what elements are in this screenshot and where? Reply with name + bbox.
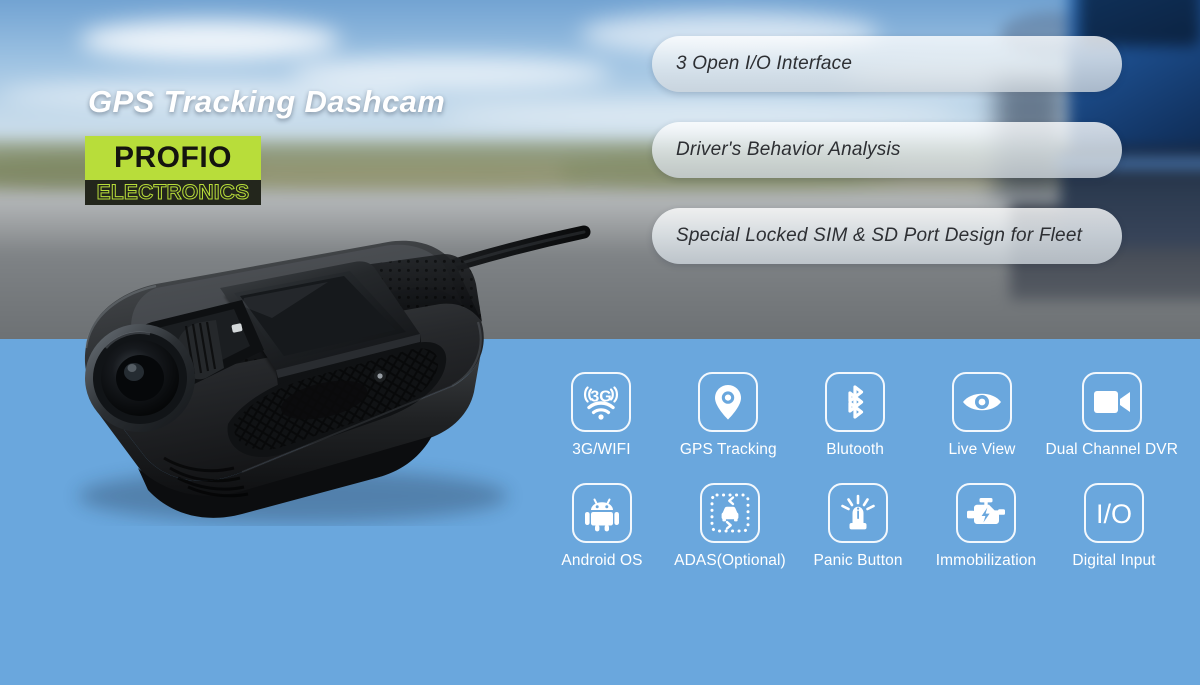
feature-label: Blutooth (826, 441, 884, 458)
landscape-patch (210, 160, 590, 190)
android-icon (572, 483, 632, 543)
feature-item-gps-tracking[interactable]: GPS Tracking (665, 372, 792, 459)
feature-item-digital-input[interactable]: I/O Digital Input (1050, 483, 1178, 570)
video-camera-icon (1081, 372, 1142, 432)
map-pin-icon (698, 372, 759, 432)
feature-item-dual-channel-dvr[interactable]: Dual Channel DVR (1045, 372, 1178, 459)
icon-row-2: Android OS ADAS(Optional) Panic Button I… (538, 483, 1178, 570)
page-title: GPS Tracking Dashcam (88, 84, 446, 119)
profio-logo: PROFIO ELECTRONICS (85, 136, 261, 205)
adas-car-icon (700, 483, 760, 543)
dashcam-product-image (28, 196, 618, 526)
feature-label: Dual Channel DVR (1045, 441, 1178, 458)
feature-item-android-os[interactable]: Android OS (538, 483, 666, 570)
icon-row-1: 3G 3G/WIFI GPS Tracking Blutooth Live Vi… (538, 372, 1178, 459)
feature-label: 3G/WIFI (572, 441, 631, 458)
feature-label: Android OS (561, 552, 643, 569)
io-text-icon: I/O (1084, 483, 1144, 543)
bluetooth-icon (825, 372, 886, 432)
feature-pill-label: 3 Open I/O Interface (676, 53, 853, 74)
feature-item-live-view[interactable]: Live View (919, 372, 1046, 459)
siren-icon (828, 483, 888, 543)
feature-pill-2: Driver's Behavior Analysis (652, 122, 1122, 178)
feature-item-adas[interactable]: ADAS(Optional) (666, 483, 794, 570)
product-banner: GPS Tracking Dashcam PROFIO ELECTRONICS … (0, 0, 1200, 685)
feature-label: Digital Input (1072, 552, 1156, 569)
logo-wordmark: PROFIO (113, 141, 232, 174)
feature-icon-grid: 3G 3G/WIFI GPS Tracking Blutooth Live Vi… (538, 372, 1178, 570)
feature-pill-label: Special Locked SIM & SD Port Design for … (676, 225, 1083, 246)
feature-label: Panic Button (813, 552, 903, 569)
feature-pill-3: Special Locked SIM & SD Port Design for … (652, 208, 1122, 264)
eye-icon (952, 372, 1012, 432)
feature-item-panic-button[interactable]: Panic Button (794, 483, 922, 570)
feature-item-immobilization[interactable]: Immobilization (922, 483, 1050, 570)
feature-label: GPS Tracking (679, 441, 777, 458)
cloud (80, 20, 340, 60)
feature-pill-1: 3 Open I/O Interface (652, 36, 1122, 92)
3g-wifi-icon: 3G (571, 372, 632, 432)
engine-bolt-icon (956, 483, 1016, 543)
feature-label: Immobilization (935, 552, 1037, 569)
feature-pill-label: Driver's Behavior Analysis (676, 139, 901, 160)
logo-green-block: PROFIO (85, 136, 261, 180)
feature-item-3g-wifi[interactable]: 3G 3G/WIFI (538, 372, 665, 459)
feature-item-bluetooth[interactable]: Blutooth (792, 372, 919, 459)
feature-label: ADAS(Optional) (674, 552, 786, 569)
feature-label: Live View (948, 441, 1016, 458)
svg-text:I/O: I/O (1096, 499, 1132, 529)
